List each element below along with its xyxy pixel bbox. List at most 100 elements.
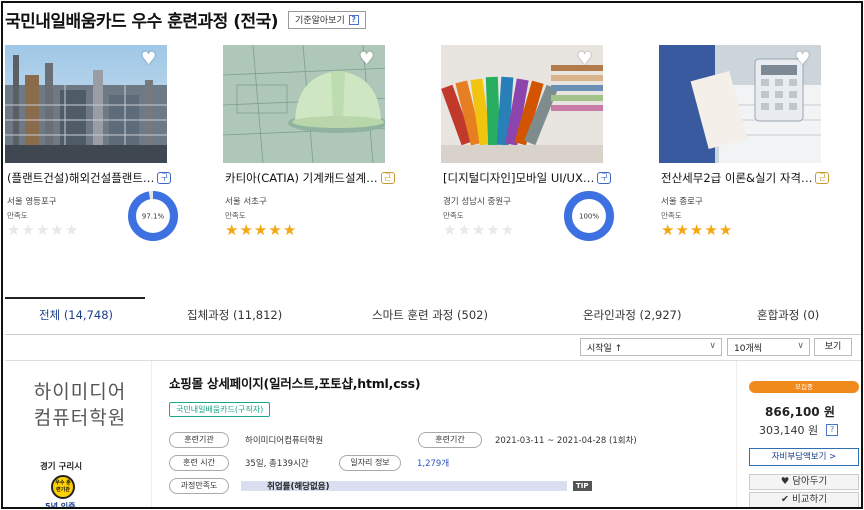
course-thumbnail-plant[interactable]: ♥ bbox=[5, 45, 167, 163]
price-panel: 모집중 866,100 원 303,140 원 ? 자비부담액보기 > ♥ 담아… bbox=[736, 361, 861, 507]
card-type-badge: 근 bbox=[815, 172, 830, 184]
star-rating: ★★★★★ bbox=[225, 223, 297, 238]
view-button[interactable]: 보기 bbox=[814, 338, 852, 356]
course-result-row: 하이미디어 컴퓨터학원 경기 구리시 우수 훈련기관 5년 인증 쇼핑몰 상세페… bbox=[5, 360, 861, 507]
card-satisfaction-label: 만족도 bbox=[443, 211, 464, 220]
course-card[interactable]: ♥ (플랜트건설)해외건설플랜트… 구 서울 영등포구 만족도 ★★★★★ 97… bbox=[5, 45, 193, 245]
card-type-badge: 구 bbox=[597, 172, 612, 184]
excellent-institution-badge-icon: 우수 훈련기관 bbox=[51, 475, 75, 499]
institution-region: 경기 구리시 bbox=[39, 462, 83, 472]
card-satisfaction-label: 만족도 bbox=[661, 211, 682, 220]
star-icon: ★ bbox=[239, 221, 254, 239]
star-icon: ★ bbox=[282, 221, 298, 239]
tab-classroom[interactable]: 집체과정 (11,812) bbox=[187, 307, 282, 323]
card-location: 서울 종로구 bbox=[661, 197, 703, 207]
per-page-select-value: 10개씩 bbox=[734, 343, 763, 354]
institution-label: 훈련기관 bbox=[169, 432, 229, 448]
tab-online[interactable]: 온라인과정 (2,927) bbox=[583, 307, 681, 323]
star-icon: ★ bbox=[225, 221, 240, 239]
tab-blended[interactable]: 혼합과정 (0) bbox=[757, 307, 819, 323]
per-page-select[interactable]: 10개씩 ∨ bbox=[727, 338, 810, 356]
divider bbox=[151, 361, 152, 507]
star-icon: ★ bbox=[50, 221, 65, 239]
recruiting-badge: 모집중 bbox=[749, 381, 859, 393]
institution-value: 하이미디어컴퓨터학원 bbox=[245, 436, 324, 446]
satisfaction-bar: 취업률(해당없음) bbox=[241, 481, 567, 492]
period-label: 훈련기간 bbox=[418, 432, 482, 448]
course-thumbnail-helmet[interactable]: ♥ bbox=[223, 45, 385, 163]
heart-icon[interactable]: ♥ bbox=[577, 51, 595, 68]
criteria-button[interactable]: 기준알아보기 ? bbox=[288, 10, 366, 29]
self-pay-preview-button[interactable]: 자비부담액보기 > bbox=[749, 448, 859, 466]
jobs-label: 일자리 정보 bbox=[339, 455, 401, 471]
star-icon: ★ bbox=[486, 221, 501, 239]
course-card[interactable]: ♥ 카티아(CATIA) 기계캐드설계… 근 서울 서초구 만족도 ★★★★★ bbox=[223, 45, 411, 245]
satisfaction-label: 과정만족도 bbox=[169, 478, 229, 494]
heart-icon[interactable]: ♥ bbox=[359, 51, 377, 68]
employment-rate-donut: 100% bbox=[564, 191, 614, 241]
card-title-row: 전산세무2급 이론&실기 자격… 근 bbox=[661, 170, 847, 186]
hours-value: 35일, 총139시간 bbox=[245, 459, 309, 469]
employment-rate-donut: 97.1% bbox=[128, 191, 178, 241]
jobs-count[interactable]: 1,279개 bbox=[417, 457, 449, 469]
card-title[interactable]: [디지털디자인]모바일 UI/UX… bbox=[443, 170, 594, 186]
star-icon: ★ bbox=[675, 221, 690, 239]
card-title[interactable]: 카티아(CATIA) 기계캐드설계… bbox=[225, 170, 378, 186]
self-pay-row: 303,140 원 ? bbox=[759, 422, 839, 438]
donut-label: 100% bbox=[579, 213, 599, 221]
card-satisfaction-label: 만족도 bbox=[7, 211, 28, 220]
period-value: 2021-03-11 ~ 2021-04-28 (1회차) bbox=[495, 436, 637, 446]
criteria-button-label: 기준알아보기 bbox=[295, 16, 345, 26]
course-type-tabs: 전체 (14,748) 집체과정 (11,812) 스마트 훈련 과정 (502… bbox=[5, 297, 861, 335]
self-pay-amount: 303,140 원 bbox=[759, 424, 819, 437]
heart-icon[interactable]: ♥ bbox=[141, 51, 159, 68]
institution-panel: 하이미디어 컴퓨터학원 경기 구리시 우수 훈련기관 5년 인증 bbox=[5, 361, 151, 507]
tab-smart[interactable]: 스마트 훈련 과정 (502) bbox=[372, 307, 488, 323]
save-button[interactable]: ♥ 담아두기 bbox=[749, 474, 859, 490]
star-rating: ★★★★★ bbox=[443, 223, 515, 238]
star-icon: ★ bbox=[704, 221, 719, 239]
star-icon: ★ bbox=[689, 221, 705, 239]
star-icon: ★ bbox=[35, 221, 51, 239]
star-icon: ★ bbox=[500, 221, 516, 239]
star-icon: ★ bbox=[718, 221, 734, 239]
star-icon: ★ bbox=[64, 221, 80, 239]
compare-button[interactable]: ✔ 비교하기 bbox=[749, 492, 859, 507]
chevron-down-icon: ∨ bbox=[709, 341, 716, 351]
featured-course-cards: ♥ (플랜트건설)해외건설플랜트… 구 서울 영등포구 만족도 ★★★★★ 97… bbox=[5, 45, 861, 245]
course-title[interactable]: 쇼핑몰 상세페이지(일러스트,포토샵,html,css) bbox=[169, 373, 421, 392]
tip-badge[interactable]: TIP bbox=[573, 481, 592, 491]
card-location: 서울 영등포구 bbox=[7, 197, 57, 207]
star-icon: ★ bbox=[443, 221, 458, 239]
sort-select[interactable]: 시작일 ↑ ∨ bbox=[580, 338, 722, 356]
card-type-badge: 구 bbox=[157, 172, 172, 184]
tab-all[interactable]: 전체 (14,748) bbox=[39, 307, 113, 323]
sort-select-value: 시작일 ↑ bbox=[587, 343, 623, 354]
star-rating: ★★★★★ bbox=[7, 223, 79, 238]
card-location: 경기 성남시 중원구 bbox=[443, 197, 511, 207]
institution-name[interactable]: 하이미디어 컴퓨터학원 bbox=[25, 379, 135, 431]
help-icon: ? bbox=[348, 14, 359, 25]
donut-label: 97.1% bbox=[142, 213, 165, 221]
card-title-row: (플랜트건설)해외건설플랜트… 구 bbox=[7, 170, 193, 186]
card-location: 서울 서초구 bbox=[225, 197, 267, 207]
card-type-tag: 국민내일배움카드(구직자) bbox=[169, 402, 271, 417]
course-card[interactable]: ♥ [디지털디자인]모바일 UI/UX… 구 경기 성남시 중원구 만족도 ★★… bbox=[441, 45, 629, 245]
section-header: 국민내일배움카드 우수 훈련과정 (전국) 기준알아보기 ? bbox=[5, 7, 366, 32]
star-icon: ★ bbox=[661, 221, 676, 239]
course-thumbnail-color-swatches[interactable]: ♥ bbox=[441, 45, 603, 163]
star-icon: ★ bbox=[268, 221, 283, 239]
card-title[interactable]: (플랜트건설)해외건설플랜트… bbox=[7, 170, 154, 186]
heart-icon[interactable]: ♥ bbox=[795, 51, 813, 68]
star-icon: ★ bbox=[7, 221, 22, 239]
help-icon[interactable]: ? bbox=[826, 424, 839, 436]
chevron-down-icon: ∨ bbox=[797, 341, 804, 351]
course-thumbnail-calculator[interactable]: ♥ bbox=[659, 45, 821, 163]
page-title: 국민내일배움카드 우수 훈련과정 (전국) bbox=[5, 12, 279, 32]
star-icon: ★ bbox=[471, 221, 487, 239]
course-card[interactable]: ♥ 전산세무2급 이론&실기 자격… 근 서울 종로구 만족도 ★★★★★ bbox=[659, 45, 847, 245]
card-title-row: [디지털디자인]모바일 UI/UX… 구 bbox=[443, 170, 629, 186]
star-icon: ★ bbox=[21, 221, 36, 239]
card-title[interactable]: 전산세무2급 이론&실기 자격… bbox=[661, 170, 812, 186]
card-satisfaction-label: 만족도 bbox=[225, 211, 246, 220]
